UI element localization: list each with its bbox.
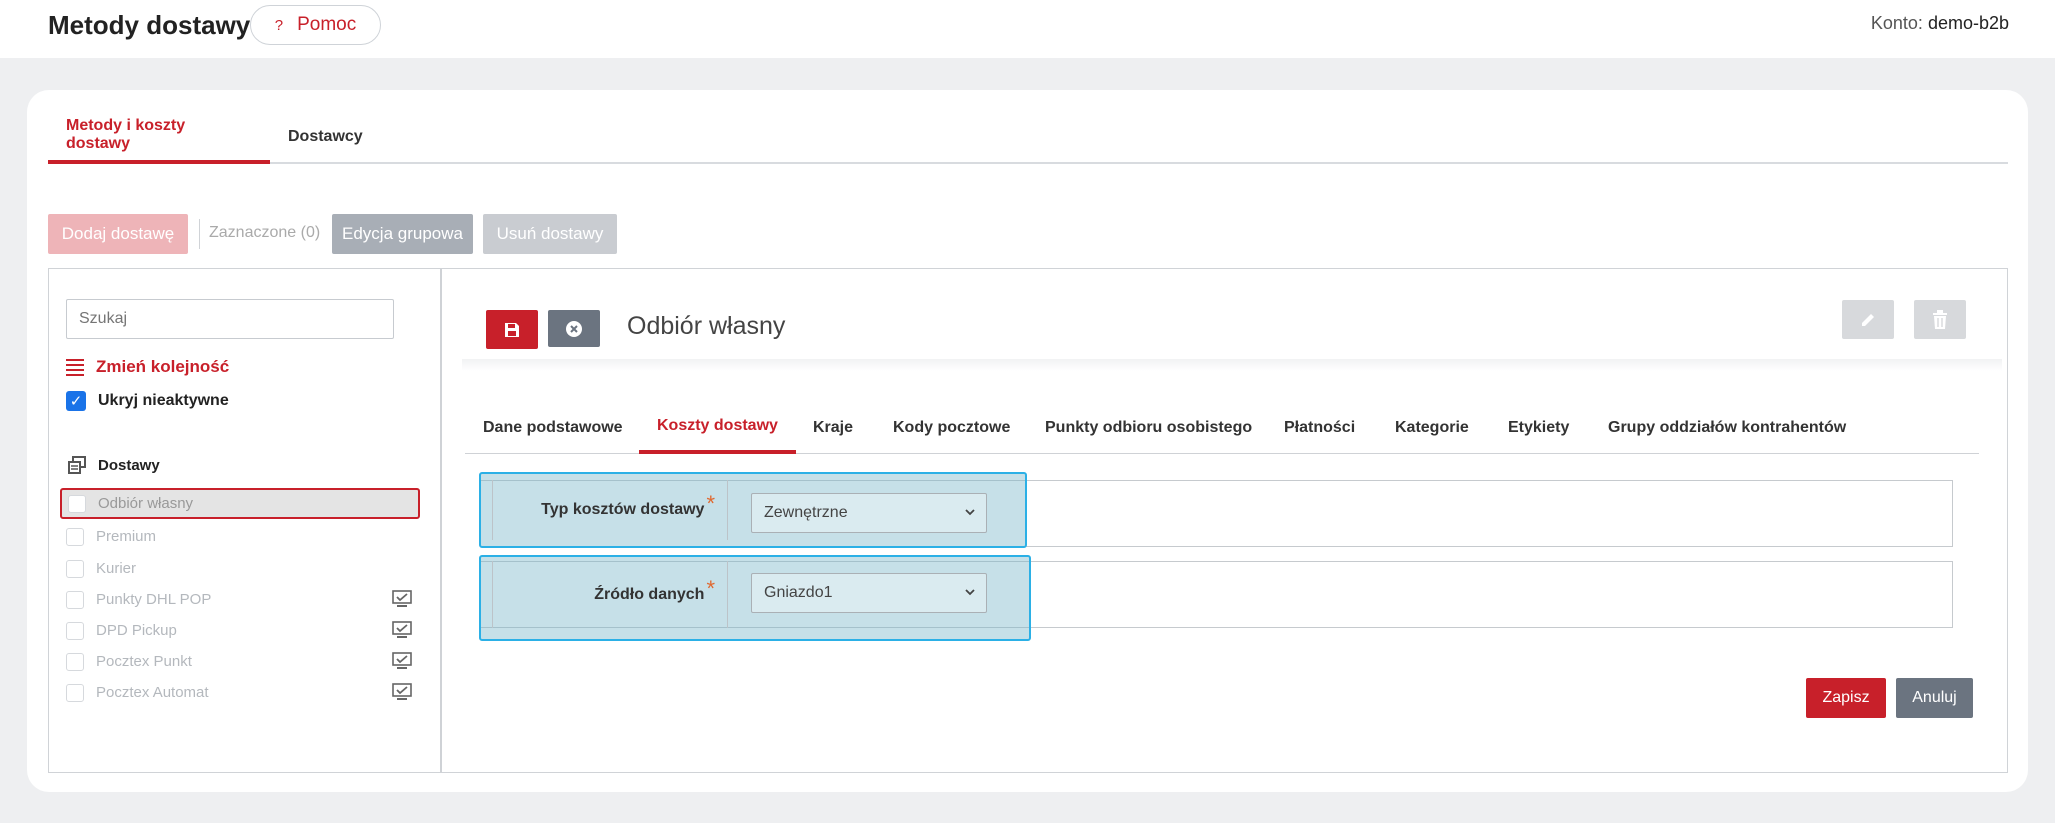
search-input[interactable] — [66, 299, 394, 339]
delivery-item[interactable]: Pocztex Punkt — [60, 646, 420, 677]
delivery-item-label: Kurier — [96, 560, 137, 577]
header-shadow — [462, 359, 2002, 371]
item-checkbox[interactable] — [66, 527, 84, 546]
detail-tabs: Dane podstawowe Koszty dostawy Kraje Kod… — [465, 402, 1979, 454]
reorder-label: Zmień kolejność — [96, 357, 230, 376]
required-mark: * — [706, 491, 715, 516]
monitor-check-icon — [392, 652, 412, 669]
hide-inactive-label: Ukryj nieaktywne — [98, 392, 229, 409]
form-label-cell: Typ kosztów dostawy * — [492, 480, 727, 540]
close-circle-icon — [566, 320, 582, 337]
detail-title: Odbiór własny — [627, 312, 786, 340]
deliveries-heading: Dostawy — [68, 456, 160, 474]
tab-labels[interactable]: Etykiety — [1508, 402, 1569, 454]
account-label: Konto: — [1870, 13, 1923, 33]
panel-divider — [440, 268, 442, 773]
item-checkbox[interactable] — [66, 652, 84, 671]
cost-type-label: Typ kosztów dostawy * — [541, 480, 727, 540]
item-checkbox[interactable] — [66, 683, 84, 702]
trash-icon — [1933, 309, 1947, 329]
account-name: demo-b2b — [1927, 13, 2009, 33]
save-icon-button[interactable] — [486, 310, 538, 349]
item-checkbox[interactable] — [68, 494, 86, 513]
required-mark: * — [706, 575, 715, 601]
list-order-icon — [66, 359, 84, 376]
delivery-item[interactable]: Premium — [60, 521, 420, 552]
delivery-item[interactable]: Punkty DHL POP — [60, 584, 420, 615]
tab-delivery-costs[interactable]: Koszty dostawy — [639, 402, 796, 454]
hide-inactive-toggle[interactable]: ✓ Ukryj nieaktywne — [66, 391, 229, 411]
page-title: Metody dostawy — [48, 10, 251, 40]
account-info: Konto: demo-b2b — [1871, 13, 2009, 34]
top-bar: Metody dostawy ? Pomoc Konto: demo-b2b — [0, 0, 2055, 58]
delivery-item[interactable]: Kurier — [60, 553, 420, 584]
form-label-cell: Źródło danych * — [492, 561, 727, 628]
chevron-down-icon — [965, 589, 975, 596]
delivery-item-label: Pocztex Automat — [96, 684, 209, 701]
reorder-link[interactable]: Zmień kolejność — [66, 357, 229, 377]
delivery-item[interactable]: Pocztex Automat — [60, 677, 420, 708]
cancel-icon-button[interactable] — [548, 310, 600, 347]
cost-type-value: Zewnętrzne — [764, 504, 848, 521]
cost-type-label-text: Typ kosztów dostawy — [541, 501, 705, 518]
trash-button[interactable] — [1914, 300, 1966, 339]
tab-categories[interactable]: Kategorie — [1395, 402, 1469, 454]
main-tabs: Metody i koszty dostawy Dostawcy — [48, 110, 2008, 164]
selected-count: Zaznaczone (0) — [209, 224, 321, 241]
item-checkbox[interactable] — [66, 621, 84, 640]
data-source-select[interactable]: Gniazdo1 — [751, 573, 987, 613]
delivery-item-label: Punkty DHL POP — [96, 591, 212, 608]
add-delivery-button[interactable]: Dodaj dostawę — [48, 214, 188, 254]
data-source-label: Źródło danych * — [594, 561, 727, 628]
delivery-item[interactable]: DPD Pickup — [60, 615, 420, 646]
tab-delivery-methods[interactable]: Metody i koszty dostawy — [48, 110, 270, 164]
delivery-item-label: Pocztex Punkt — [96, 653, 192, 670]
hide-inactive-checkbox[interactable]: ✓ — [66, 391, 86, 411]
tab-basic-data[interactable]: Dane podstawowe — [483, 402, 623, 454]
tab-delivery-methods-label: Metody i koszty dostawy — [66, 117, 186, 152]
delivery-item-label: Odbiór własny — [98, 495, 194, 512]
item-checkbox[interactable] — [66, 559, 84, 578]
monitor-check-icon — [392, 590, 412, 607]
field-separator — [727, 561, 728, 628]
group-edit-button[interactable]: Edycja grupowa — [332, 214, 473, 254]
tab-payments[interactable]: Płatności — [1284, 402, 1355, 454]
data-source-value: Gniazdo1 — [764, 584, 833, 601]
floppy-icon — [505, 322, 519, 337]
tab-branch-groups[interactable]: Grupy oddziałów kontrahentów — [1608, 402, 1846, 454]
deliveries-heading-label: Dostawy — [98, 456, 160, 474]
data-source-label-text: Źródło danych — [594, 585, 705, 603]
delivery-item-label: DPD Pickup — [96, 622, 177, 639]
field-separator — [727, 480, 728, 540]
help-button[interactable]: ? Pomoc — [250, 5, 381, 45]
monitor-check-icon — [392, 621, 412, 638]
item-checkbox[interactable] — [66, 590, 84, 609]
edit-button[interactable] — [1842, 300, 1894, 339]
monitor-check-icon — [392, 683, 412, 700]
cost-type-select[interactable]: Zewnętrzne — [751, 493, 987, 533]
cancel-button[interactable]: Anuluj — [1896, 678, 1973, 718]
pencil-icon — [1862, 313, 1874, 326]
tab-pickup-points[interactable]: Punkty odbioru osobistego — [1045, 402, 1252, 454]
delete-deliveries-button[interactable]: Usuń dostawy — [483, 214, 617, 254]
delivery-item-label: Premium — [96, 528, 157, 545]
tab-suppliers-label: Dostawcy — [288, 128, 363, 145]
question-icon: ? — [274, 16, 284, 34]
tab-postal-codes[interactable]: Kody pocztowe — [893, 402, 1010, 454]
delivery-item[interactable]: Odbiór własny — [60, 488, 420, 519]
toolbar-divider — [199, 219, 200, 249]
tab-suppliers[interactable]: Dostawcy — [288, 110, 363, 164]
chevron-down-icon — [965, 509, 975, 516]
tab-countries[interactable]: Kraje — [813, 402, 853, 454]
help-button-label: Pomoc — [297, 14, 357, 35]
save-button[interactable]: Zapisz — [1806, 678, 1886, 718]
stack-icon — [68, 456, 86, 474]
